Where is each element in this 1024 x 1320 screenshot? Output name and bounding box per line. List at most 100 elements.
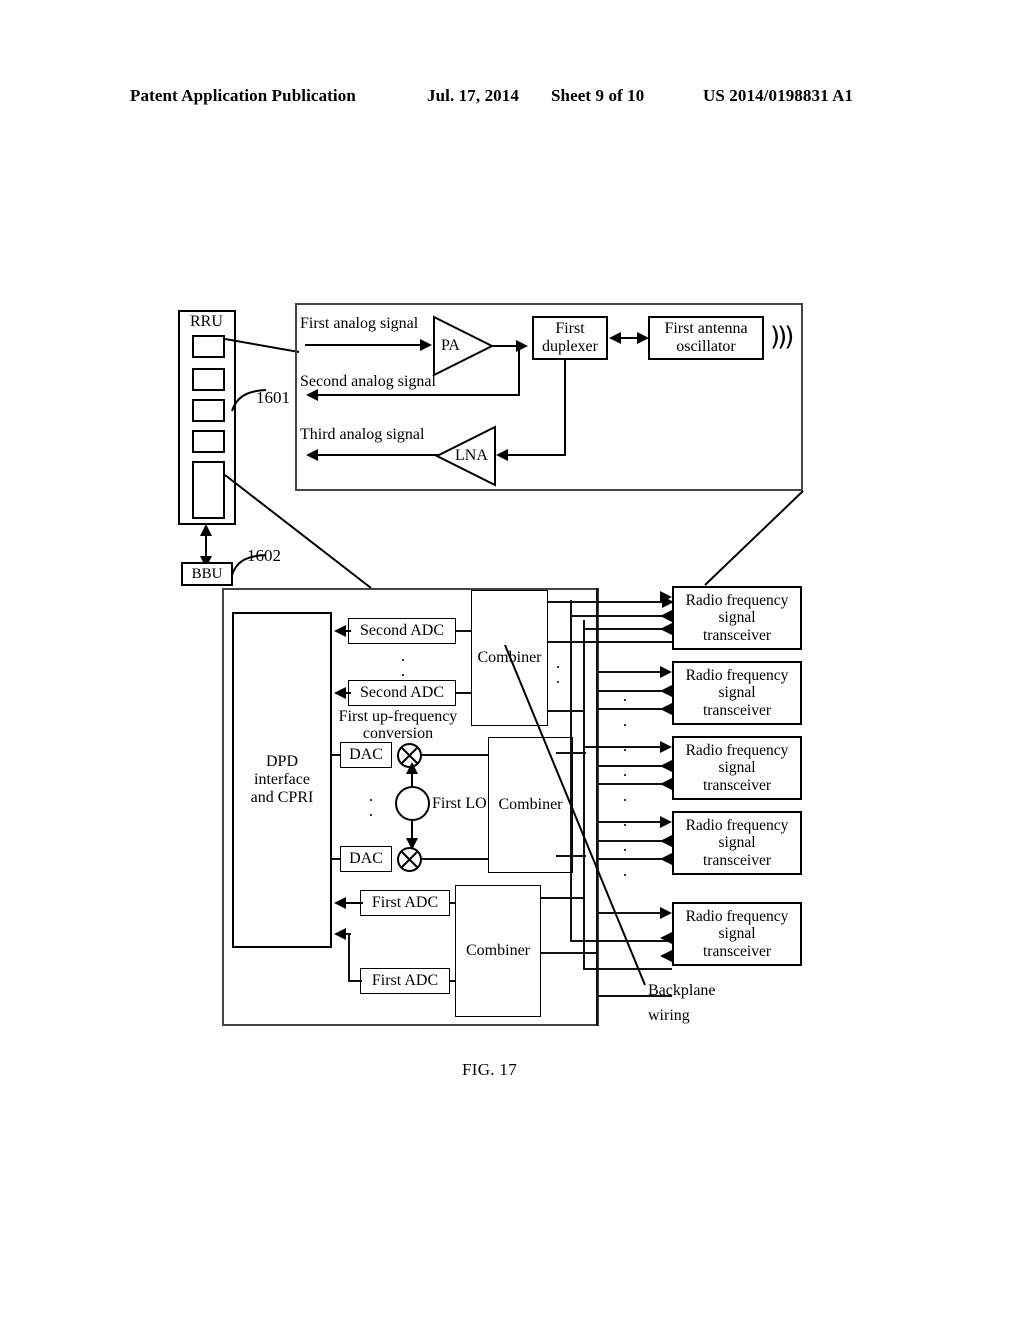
rf-tx4-line3: transceiver [703, 851, 771, 869]
second-analog-arrowhead [306, 389, 318, 401]
second-adc-label-2: Second ADC [360, 684, 444, 702]
dot: . [622, 861, 628, 880]
duplexer-to-lna-vertical [564, 360, 566, 455]
second-adc-label-1: Second ADC [360, 622, 444, 640]
rf-tx2-line2: signal [718, 684, 756, 702]
rf-tx2-line1: Radio frequency [685, 666, 789, 684]
lna-input-arrowhead [496, 449, 508, 461]
tx1-in-arrowhead [660, 591, 672, 603]
first-antenna-oscillator-box: First antenna oscillator [648, 316, 764, 360]
third-analog-arrowhead [306, 449, 318, 461]
dpd-to-dac1-line [331, 754, 341, 756]
rru-slot1-connector [224, 338, 301, 354]
rru-slot-5 [192, 461, 225, 519]
bbu-label: BBU [191, 565, 223, 582]
second-adc-ellipsis: . . [398, 647, 408, 680]
mixer1-to-combiner [422, 754, 490, 756]
tx4-stub-a [596, 840, 662, 842]
figure-caption: FIG. 17 [462, 1060, 517, 1079]
branch-tx1-c [583, 628, 672, 630]
lna-amplifier: LNA [435, 425, 497, 487]
rru-reference-numeral: 1601 [256, 388, 290, 407]
second-adc-2-arrowhead [334, 687, 346, 699]
tx1-out-arrowhead-b [660, 623, 672, 635]
rf-tx3-line2: signal [718, 759, 756, 777]
rru-slot-3 [192, 399, 225, 422]
dpd-line1: DPD [265, 753, 298, 771]
rru-bbu-arrowhead-up [200, 524, 212, 536]
dac-label-2: DAC [349, 850, 383, 868]
third-analog-signal-label: Third analog signal [300, 426, 425, 443]
second-adc-box-2: Second ADC [348, 680, 456, 706]
first-adc-2-elbow-h [348, 980, 362, 982]
figure-17-diagram: RRU 1601 First analog signal PA First du… [0, 0, 1024, 1320]
rf-transceiver-box-2: Radio frequency signal transceiver [672, 661, 802, 725]
dpd-interface-cpri-box: DPD interface and CPRI [232, 612, 332, 948]
first-analog-signal-arrowhead [420, 339, 432, 351]
tx2-stub-a [596, 690, 662, 692]
rf-tx5-line3: transceiver [703, 942, 771, 960]
rf-transceiver-box-5: Radio frequency signal transceiver [672, 902, 802, 966]
tx2-stub-b [596, 708, 662, 710]
rf-tx4-line1: Radio frequency [685, 816, 789, 834]
dpd-to-dac2-line [331, 858, 341, 860]
dac-ellipsis: . . [366, 787, 376, 820]
first-adc-2-arrowhead [334, 928, 346, 940]
up-conversion-line1: First up-frequency [338, 708, 458, 725]
lo-to-mixer1-arrowhead [406, 762, 418, 774]
first-adc-label-2: First ADC [371, 972, 439, 990]
branch-tx1-b [570, 615, 672, 617]
dpd-line2: interface [254, 771, 310, 789]
second-analog-vertical [518, 346, 520, 396]
rru-slot-2 [192, 368, 225, 391]
first-adc-box-1: First ADC [360, 890, 450, 916]
dot: . [622, 711, 628, 730]
rf-tx5-line1: Radio frequency [685, 907, 789, 925]
duplexer-antenna-arrowhead-left [609, 332, 621, 344]
tx5-out-arrowhead-a [660, 932, 672, 944]
rf-tx1-line3: transceiver [703, 626, 771, 644]
rf-tx3-line3: transceiver [703, 776, 771, 794]
second-analog-horizontal [318, 394, 520, 396]
dot: . [622, 836, 628, 855]
rf-transceiver-box-1: Radio frequency signal transceiver [672, 586, 802, 650]
tx4-stub-b [596, 858, 662, 860]
route-b-h1 [547, 641, 672, 643]
second-adc-1-arrowhead [334, 625, 346, 637]
tx5-out-arrowhead-b [660, 950, 672, 962]
dot: . [622, 786, 628, 805]
backplane-wiring-label-line2: wiring [648, 1007, 690, 1024]
rru-slot-1 [192, 335, 225, 358]
third-analog-line [318, 454, 438, 456]
rf-transceiver-box-3: Radio frequency signal transceiver [672, 736, 802, 800]
bbu-box: BBU [181, 562, 233, 586]
first-lo-label: First LO [432, 795, 487, 812]
first-adc-label-1: First ADC [371, 894, 439, 912]
dot: . [622, 761, 628, 780]
bbu-reference-numeral: 1602 [247, 546, 281, 565]
rf-tx3-line1: Radio frequency [685, 741, 789, 759]
rf-tx4-line2: signal [718, 834, 756, 852]
mixer2-to-combiner [422, 858, 490, 860]
dac-box-1: DAC [340, 742, 392, 768]
dac-label-1: DAC [349, 746, 383, 764]
radiation-waves-icon: ))) [770, 322, 795, 352]
pa-label: PA [441, 337, 460, 354]
second-analog-signal-label: Second analog signal [300, 373, 436, 390]
tx3-stub-in [583, 746, 662, 748]
dot: . [400, 661, 406, 680]
tx4-stub-in [596, 821, 662, 823]
route-a-h1 [547, 601, 672, 603]
lna-label: LNA [455, 447, 488, 464]
rf-tx1-line1: Radio frequency [685, 591, 789, 609]
dot: . [368, 801, 374, 820]
second-adc-box-1: Second ADC [348, 618, 456, 644]
dot: . [622, 686, 628, 705]
first-analog-signal-label: First analog signal [300, 315, 419, 332]
tx5-stub-in [596, 912, 662, 914]
rf-tx5-line2: signal [718, 925, 756, 943]
frontend-to-tx1-line [704, 490, 805, 587]
first-antenna-line1: First antenna [664, 320, 748, 338]
rf-tx2-line3: transceiver [703, 701, 771, 719]
first-adc-1-arrowhead [334, 897, 346, 909]
